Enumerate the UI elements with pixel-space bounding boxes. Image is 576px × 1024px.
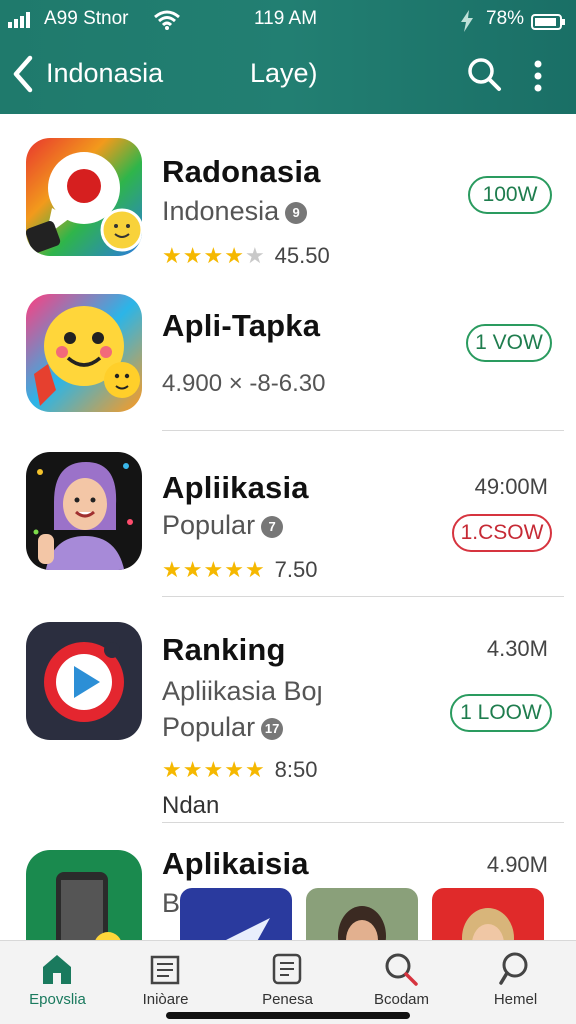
app-list: Radonasia Indonesia 9 ★ ★ ★ ★ ★ 45.50 100W [0,114,576,940]
star-filled-icon: ★ [224,557,244,582]
app-icon [26,294,142,412]
tab-label: Penesa [262,991,313,1008]
app-size: 4.30M [486,636,548,661]
search-icon [385,953,418,986]
home-icon [43,955,71,984]
list-item[interactable]: Ranking 4.30M Apliikasia Boȷ Popular 17 ★… [0,620,576,820]
screenshot-strip [180,888,544,940]
divider [162,822,564,823]
star-filled-icon: ★ [162,557,182,582]
battery-percent: 78% [486,8,525,29]
status-bar: A99 Stnor 119 AM 78% [0,6,576,32]
star-filled-icon: ★ [203,557,224,582]
app-icon [26,138,142,256]
back-label[interactable]: Indonasia [46,58,163,89]
app-title: Radonasia [162,154,321,189]
star-filled-icon: ★ [182,557,203,582]
rating-value: 45.50 [274,243,330,268]
search-icon[interactable] [466,56,502,92]
charging-icon [461,10,473,32]
search-icon [499,952,528,985]
app-category: Indonesia [162,196,280,226]
page-title: Laye) [250,58,318,88]
app-size: 4.90M [486,852,548,877]
home-indicator [166,1012,410,1019]
wifi-icon [154,10,180,30]
star-filled-icon: ★ [162,757,182,782]
star-filled-icon: ★ [203,757,224,782]
tab-home[interactable]: Epovslia [0,941,115,1024]
app-subtitle: Indonesia 9 [162,196,308,227]
more-vertical-icon[interactable] [528,56,548,96]
app-title: Ranking [162,632,286,667]
app-subtitle: Apliikasia Boȷ [162,676,323,706]
app-subtitle: Popular 7 [162,510,284,541]
app-icon [26,850,142,940]
app-icon [26,622,142,740]
app-category: Popular 17 [162,712,284,743]
star-filled-icon: ★ [182,757,203,782]
app-category: Popular [162,510,256,540]
list-item[interactable]: Apliikasia 49:00M Popular 7 ★ ★ ★ ★ ★ 7.50 1.… [0,450,576,600]
clock: 119 AM [254,8,318,29]
app-icon [26,452,142,570]
star-rating: ★ ★ ★ ★ ★ [162,245,265,267]
app-title: Aplikaisia [162,846,309,881]
app-title: Apliikasia [162,470,309,505]
rating: ★ ★ ★ ★ ★ 8:50 [162,756,318,784]
star-filled-icon: ★ [224,757,244,782]
header: A99 Stnor 119 AM 78% Indonasia Laye) [0,0,576,114]
tab-label: Iniòare [142,991,189,1008]
list-icon [272,953,302,985]
newspaper-icon [150,955,180,985]
rating-value: 7.50 [274,557,318,582]
developer-label: Ndan [162,792,220,819]
star-filled-icon: ★ [162,243,182,268]
info-badge: 9 [285,201,308,224]
category-label: Popular [162,712,256,742]
star-filled-icon: ★ [203,243,224,268]
star-rating: ★ ★ ★ ★ ★ [162,559,265,581]
star-filled-icon: ★ [224,243,244,268]
screenshot-thumbnail[interactable] [432,888,544,940]
tab-label: Hemel [493,991,538,1008]
star-filled-icon: ★ [244,757,265,782]
screenshot-thumbnail[interactable] [306,888,418,940]
rating-value: 8:50 [274,757,318,782]
divider [162,430,564,431]
carrier-name: A99 Stnor [44,8,129,29]
signal-icon [8,12,30,28]
tab-explore[interactable]: Hemel [458,941,573,1024]
get-button[interactable]: 1 VOW [466,324,552,362]
star-empty-icon: ★ [244,243,265,268]
star-rating: ★ ★ ★ ★ ★ [162,759,265,781]
screenshot-thumbnail[interactable] [180,888,292,940]
get-button[interactable]: 1.CSOW [452,514,552,552]
back-chevron-icon[interactable] [10,54,38,94]
star-filled-icon: ★ [244,557,265,582]
battery-icon [531,14,565,30]
app-title: Apli-Tapka [162,308,321,343]
info-badge: 17 [261,717,284,740]
rating: ★ ★ ★ ★ ★ 45.50 [162,242,330,270]
app-store-screen: A99 Stnor 119 AM 78% Indonasia Laye) Rad… [0,0,576,1024]
nav-bar: Indonasia Laye) [0,48,576,104]
get-button[interactable]: 100W [468,176,552,214]
info-badge: 7 [261,515,284,538]
list-item[interactable]: Radonasia Indonesia 9 ★ ★ ★ ★ ★ 45.50 100W [0,138,576,288]
tab-label: Epovslia [29,991,86,1008]
list-item[interactable]: Apli-Tapka 4.900 × -8-6.30 1 VOW [0,292,576,432]
tab-label: Bcodam [373,991,430,1008]
app-subtitle: B [162,888,181,918]
get-button[interactable]: 1 LOOW [450,694,552,732]
divider [162,596,564,597]
star-filled-icon: ★ [182,243,203,268]
rating: ★ ★ ★ ★ ★ 7.50 [162,556,318,584]
app-size: 49:00M [474,474,548,499]
app-subtitle: 4.900 × -8-6.30 [162,370,326,397]
